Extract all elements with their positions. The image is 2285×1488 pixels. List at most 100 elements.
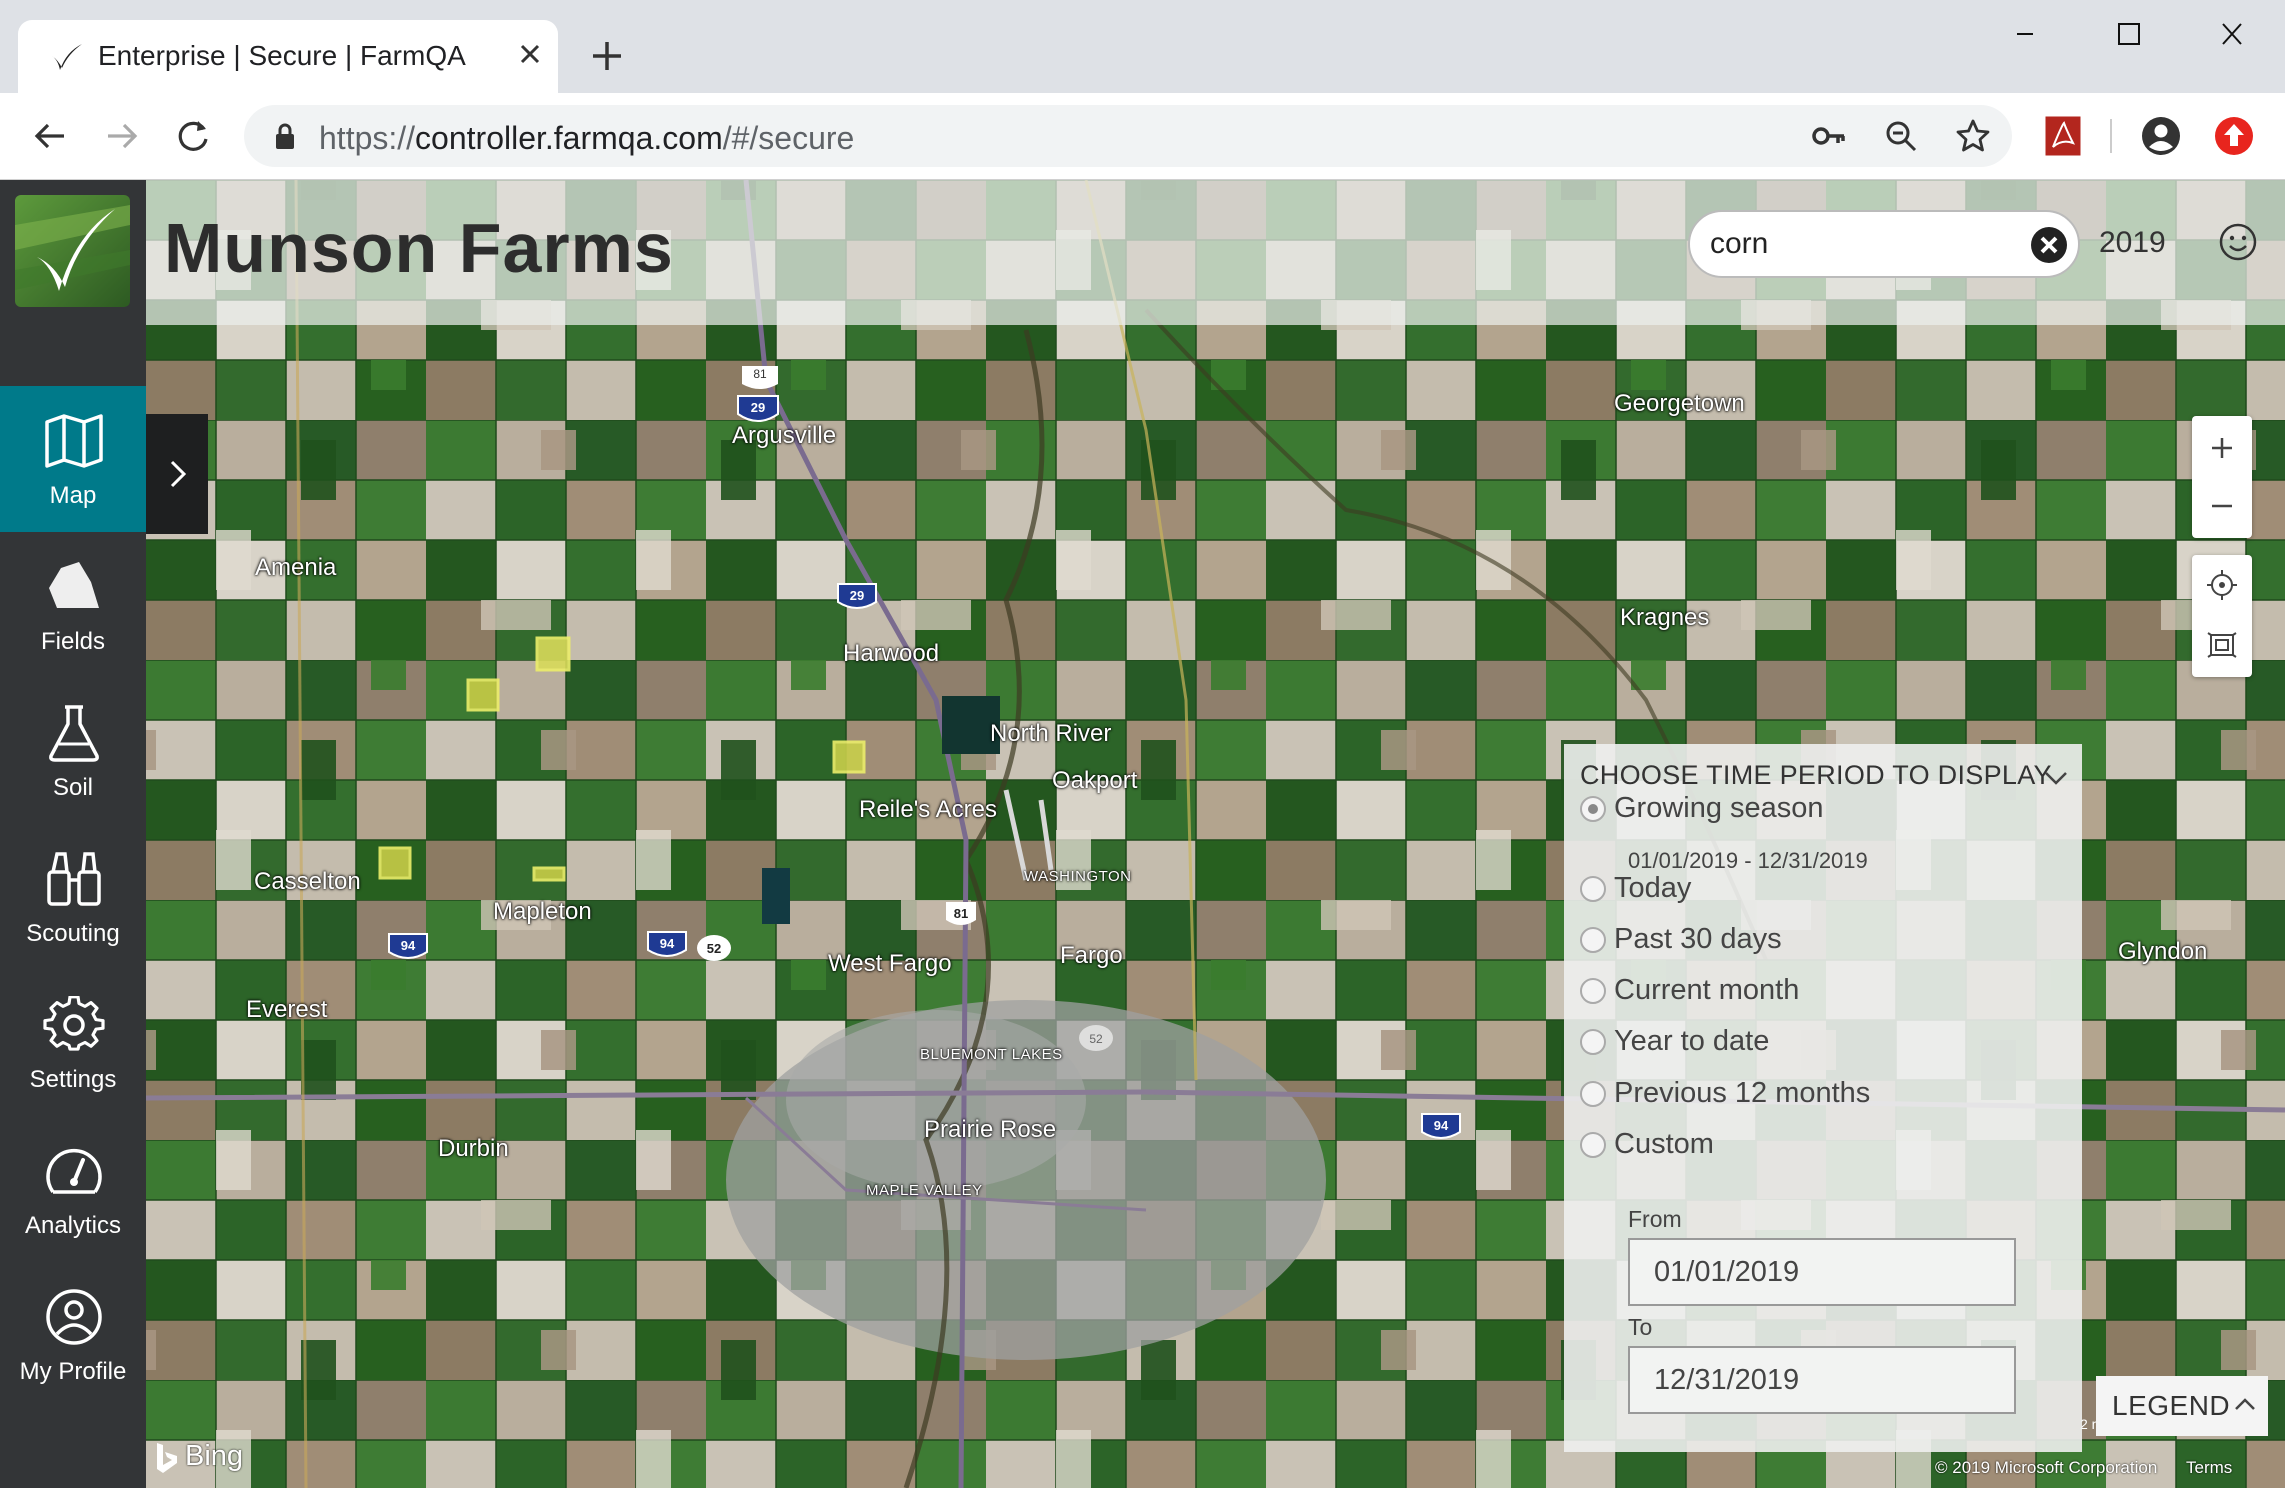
page-title: Munson Farms	[164, 209, 674, 287]
sidebar-item-label: Map	[49, 482, 97, 509]
place-label: Georgetown	[1614, 390, 1745, 417]
zoom-in-icon[interactable]	[2202, 428, 2242, 468]
app-header: Munson Farms 2019	[146, 180, 2285, 325]
browser-tab-strip: Enterprise | Secure | FarmQA	[0, 0, 2285, 93]
sidebar-item-label: Analytics	[24, 1212, 122, 1239]
place-label: North River	[990, 720, 1112, 747]
map-terms-link[interactable]: Terms	[2186, 1458, 2232, 1478]
search-input[interactable]	[1710, 224, 2010, 264]
from-date-input[interactable]	[1628, 1238, 2016, 1306]
radio-button[interactable]	[1580, 1029, 1606, 1055]
account-icon[interactable]	[2140, 115, 2182, 157]
sidebar-item-analytics[interactable]: Analytics	[0, 1116, 146, 1262]
place-label: Prairie Rose	[924, 1116, 1057, 1143]
search-box[interactable]	[1688, 210, 2080, 278]
forward-arrow-icon[interactable]	[98, 113, 144, 159]
new-tab-icon[interactable]	[585, 34, 629, 78]
radio-label: Growing season	[1614, 792, 1824, 824]
place-label: Durbin	[438, 1135, 509, 1162]
address-bar[interactable]: https://controller.farmqa.com/#/secure	[244, 105, 2012, 167]
gauge-icon	[46, 1149, 102, 1194]
legend-button[interactable]: LEGEND	[2096, 1376, 2268, 1436]
legend-label: LEGEND	[2112, 1390, 2231, 1421]
zoom-out-icon[interactable]	[2202, 486, 2242, 526]
expand-panel-button[interactable]	[146, 414, 208, 534]
radio-button[interactable]	[1580, 927, 1606, 953]
map-icon	[45, 414, 103, 468]
time-panel-title[interactable]: CHOOSE TIME PERIOD TO DISPLAY	[1580, 760, 2052, 791]
sidebar-item-settings[interactable]: Settings	[0, 970, 146, 1116]
url-scheme: https://	[319, 120, 416, 156]
shield-81b-label: 81	[954, 906, 968, 921]
sidebar-item-fields[interactable]: Fields	[0, 532, 146, 678]
window-maximize-icon[interactable]	[2098, 12, 2158, 56]
sidebar-item-scouting[interactable]: Scouting	[0, 824, 146, 970]
radio-button[interactable]	[1580, 1132, 1606, 1158]
key-icon[interactable]	[1810, 117, 1848, 155]
tab-title: Enterprise | Secure | FarmQA	[98, 40, 466, 71]
chevron-down-icon[interactable]	[2042, 764, 2070, 792]
clear-search-icon[interactable]	[2030, 226, 2068, 264]
sidebar-item-my-profile[interactable]: My Profile	[0, 1262, 146, 1408]
place-label: MAPLE VALLEY	[866, 1182, 983, 1199]
toolbar-divider	[2110, 119, 2112, 153]
sidebar-item-map[interactable]: Map	[0, 386, 146, 532]
lock-icon[interactable]	[272, 121, 298, 151]
place-label: BLUEMONT LAKES	[920, 1046, 1063, 1063]
radio-label: Today	[1614, 872, 1692, 904]
farmqa-favicon-icon	[52, 44, 82, 70]
radio-button[interactable]	[1580, 876, 1606, 902]
radio-button[interactable]	[1580, 1081, 1606, 1107]
fields-icon	[49, 562, 99, 608]
place-label: West Fargo	[828, 950, 952, 977]
reload-icon[interactable]	[170, 113, 216, 159]
place-label: Kragnes	[1620, 604, 1710, 631]
close-tab-icon[interactable]	[508, 32, 552, 76]
url-host: controller.farmqa.com	[415, 120, 723, 156]
place-label: WASHINGTON	[1024, 868, 1132, 885]
zoom-out-icon[interactable]	[1882, 117, 1920, 155]
pdf-extension-icon[interactable]	[2044, 115, 2082, 157]
radio-label: Current month	[1614, 974, 1800, 1006]
sidebar-item-label: Soil	[52, 774, 94, 801]
place-label: Harwood	[843, 640, 940, 667]
radio-button[interactable]	[1580, 978, 1606, 1004]
radio-label: Custom	[1614, 1128, 1714, 1160]
url-path: /#/secure	[722, 120, 855, 156]
place-label: Everest	[246, 996, 328, 1023]
locate-me-icon[interactable]	[2202, 565, 2242, 605]
update-available-icon[interactable]	[2213, 115, 2255, 157]
shield-29b-label: 29	[850, 588, 864, 603]
place-label: Casselton	[254, 868, 361, 895]
radio-label: Past 30 days	[1614, 923, 1782, 955]
from-label: From	[1628, 1206, 1682, 1232]
radio-label: Previous 12 months	[1614, 1077, 1871, 1109]
place-label: Reile's Acres	[859, 796, 997, 823]
place-label: Oakport	[1052, 767, 1138, 794]
sidebar-item-soil[interactable]: Soil	[0, 678, 146, 824]
place-label: Argusville	[732, 422, 837, 449]
window-close-icon[interactable]	[2202, 12, 2262, 56]
place-label: Amenia	[255, 554, 337, 581]
gear-icon	[43, 996, 105, 1051]
shield-94-label: 94	[401, 938, 416, 953]
browser-tab[interactable]: Enterprise | Secure | FarmQA	[18, 20, 558, 93]
zoom-control	[2192, 416, 2252, 538]
bing-icon	[157, 1443, 177, 1473]
place-label: Mapleton	[493, 898, 592, 925]
bookmark-star-icon[interactable]	[1954, 117, 1992, 155]
feedback-smiley-icon[interactable]	[2218, 222, 2258, 262]
shield-81-label: 81	[753, 367, 767, 381]
fit-bounds-icon[interactable]	[2202, 625, 2242, 665]
window-minimize-icon[interactable]	[1995, 12, 2055, 56]
sidebar-item-label: Scouting	[26, 920, 120, 947]
url-text[interactable]: https://controller.farmqa.com/#/secure	[319, 120, 854, 157]
farmqa-logo-icon[interactable]	[15, 195, 130, 307]
back-arrow-icon[interactable]	[28, 113, 74, 159]
to-date-input[interactable]	[1628, 1346, 2016, 1414]
year-selector[interactable]: 2019	[2099, 226, 2166, 260]
map-attribution: © 2019 Microsoft Corporation	[1935, 1458, 2158, 1477]
place-label: Glyndon	[2118, 938, 2208, 965]
bing-logo[interactable]: Bing	[155, 1438, 265, 1478]
radio-button[interactable]	[1580, 796, 1606, 822]
